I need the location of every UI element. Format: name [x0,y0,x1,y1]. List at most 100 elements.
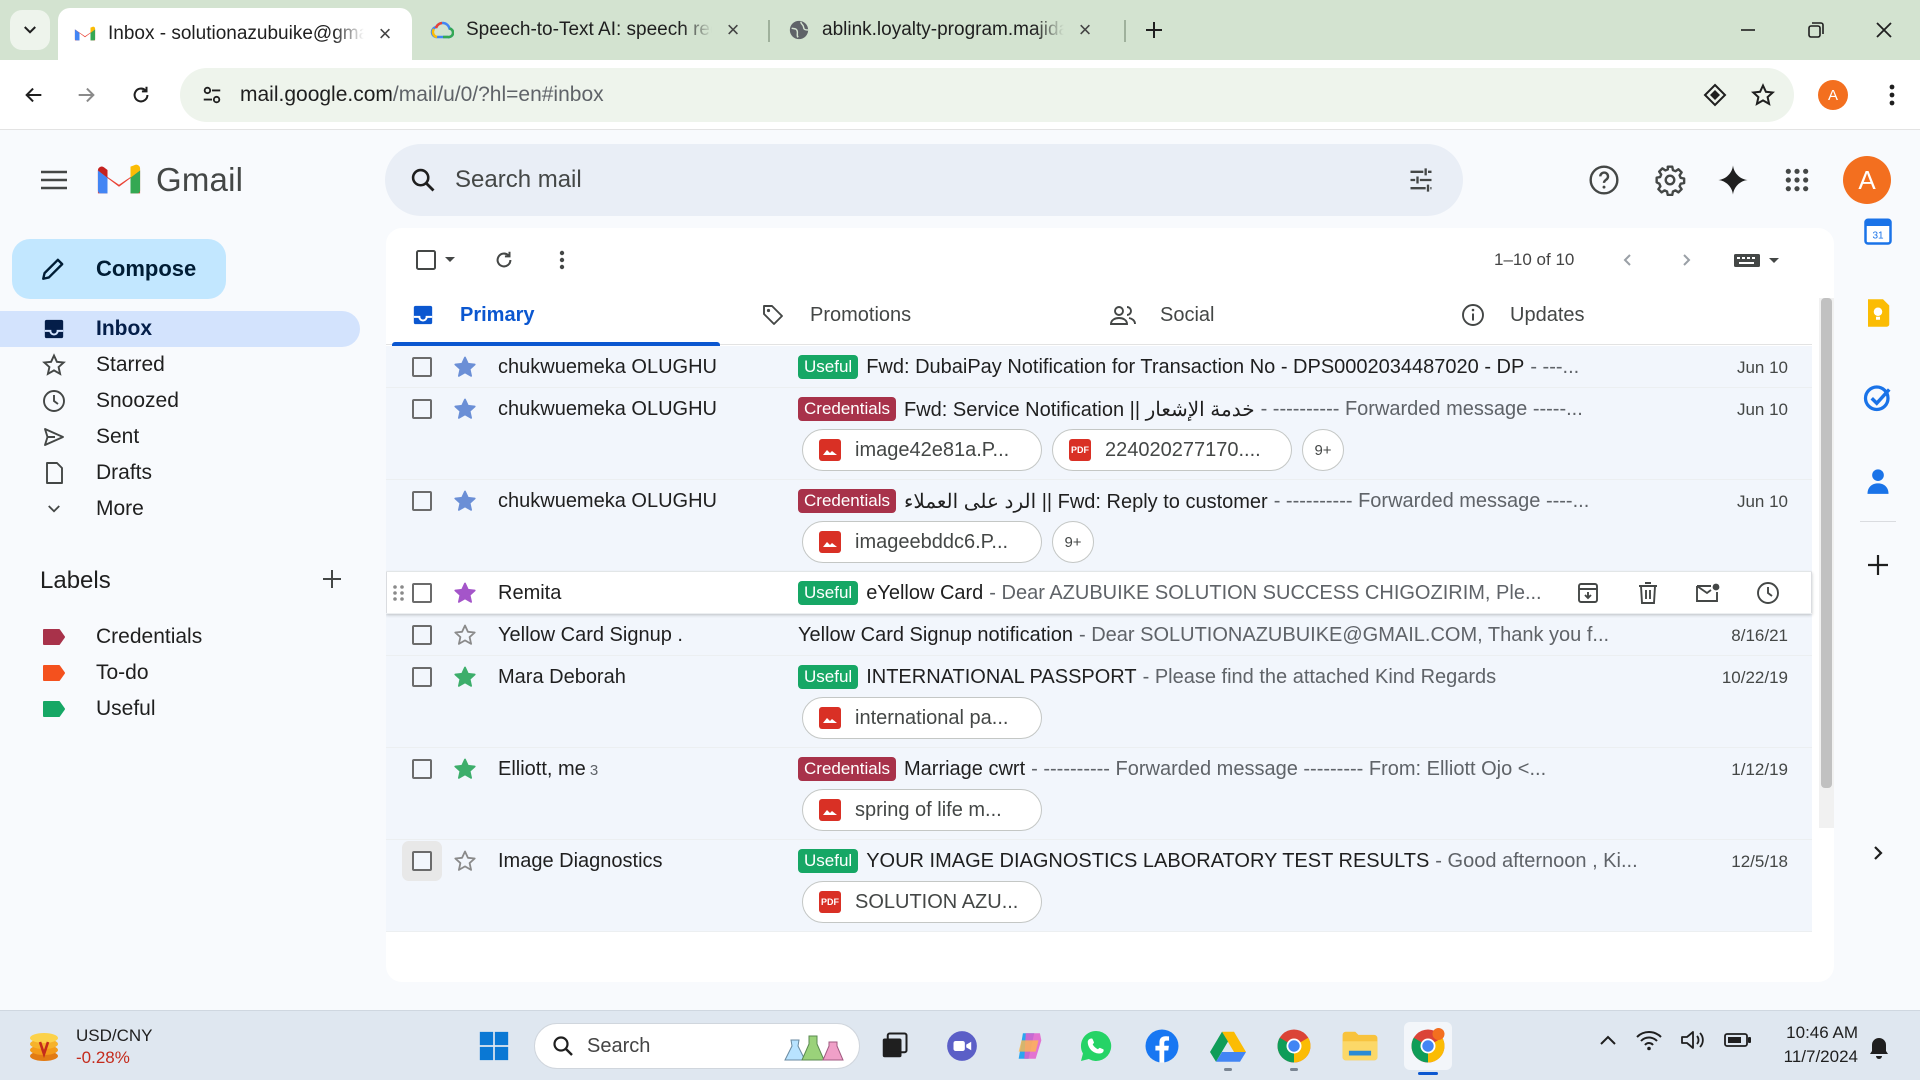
sidebar-item-more[interactable]: More [0,491,360,527]
row-checkbox[interactable] [412,583,432,603]
label-chip[interactable]: Credentials [798,757,896,781]
next-page-icon[interactable] [1668,242,1704,278]
forward-button[interactable] [66,75,106,115]
chrome-taskbar-icon[interactable] [1404,1022,1452,1075]
new-tab-button[interactable] [1138,14,1170,46]
star-icon[interactable] [453,623,477,647]
minimize-button[interactable] [1722,10,1774,50]
chrome-menu-button[interactable] [1872,75,1912,115]
apps-grid-icon[interactable] [1772,155,1822,205]
sidebar-item-sent[interactable]: Sent [0,419,360,455]
email-row-main[interactable]: chukwuemeka OLUGHU Credentials الرد على ال… [386,480,1812,521]
get-addons-icon[interactable] [1858,545,1898,585]
more-vertical-icon[interactable] [544,242,580,278]
sidebar-item-inbox[interactable]: Inbox [0,311,360,347]
close-window-button[interactable] [1858,10,1910,50]
whatsapp-icon[interactable] [1076,1026,1116,1066]
mail-list-scrollbar[interactable] [1819,298,1834,828]
email-row[interactable]: Image Diagnostics Useful YOUR IMAGE DIAGNO… [386,840,1812,932]
star-icon[interactable] [453,489,477,513]
add-label-button[interactable] [316,563,348,595]
archive-icon[interactable] [1568,578,1608,608]
settings-gear-icon[interactable] [1645,155,1695,205]
label-chip[interactable]: Credentials [798,489,896,513]
close-icon[interactable]: × [722,17,744,42]
task-view-icon[interactable] [874,1026,914,1066]
tab-ablink[interactable]: ablink.loyalty-program.majidalfuttaim.co… [772,8,1112,52]
row-checkbox[interactable] [412,625,432,645]
back-button[interactable] [14,75,54,115]
email-row[interactable]: Mara Deborah Useful INTERNATIONAL PASSPORT… [386,656,1812,748]
taskbar-clock[interactable]: 10:46 AM 11/7/2024 [1770,1021,1858,1069]
sidebar-item-starred[interactable]: Starred [0,347,360,383]
email-row[interactable]: chukwuemeka OLUGHU Credentials الرد على ال… [386,480,1812,572]
teams-meet-icon[interactable] [942,1026,982,1066]
restore-button[interactable] [1790,10,1842,50]
sidebar-item-drafts[interactable]: Drafts [0,455,360,491]
tab-primary[interactable]: Primary [386,285,720,346]
row-checkbox[interactable] [412,851,432,871]
email-row-main[interactable]: Yellow Card Signup . Yellow Card Signup n… [386,614,1812,655]
email-row[interactable]: Remita Useful eYellow Card - Dear AZUBUIKE … [386,572,1812,614]
prev-page-icon[interactable] [1610,242,1646,278]
label-credentials[interactable]: Credentials [0,619,360,655]
compose-button[interactable]: Compose [12,239,226,299]
label-chip[interactable]: Useful [798,581,859,605]
star-icon[interactable] [453,665,477,689]
row-checkbox[interactable] [412,491,432,511]
drag-handle-icon[interactable] [392,584,406,602]
email-row-main[interactable]: Remita Useful eYellow Card - Dear AZUBUIKE … [386,572,1812,613]
search-input[interactable] [455,166,1355,194]
chevron-up-icon[interactable] [1598,1033,1618,1047]
star-icon[interactable] [453,355,477,379]
row-checkbox[interactable] [412,357,432,377]
help-icon[interactable] [1579,155,1629,205]
facebook-icon[interactable] [1142,1026,1182,1066]
email-row[interactable]: chukwuemeka OLUGHU Credentials Fwd: Servic… [386,388,1812,480]
more-attachments-badge[interactable]: 9+ [1052,521,1094,563]
row-checkbox[interactable] [412,399,432,419]
volume-icon[interactable] [1680,1029,1706,1051]
star-icon[interactable] [453,849,477,873]
address-bar[interactable]: mail.google.com/mail/u/0/?hl=en#inbox [180,68,1794,122]
lens-icon[interactable] [1695,75,1735,115]
snooze-clock-icon[interactable] [1748,578,1788,608]
star-icon[interactable] [453,581,477,605]
label-chip[interactable]: Useful [798,849,859,873]
tab-search-button[interactable] [10,10,50,50]
mark-unread-icon[interactable] [1688,578,1728,608]
search-icon[interactable] [401,158,445,202]
copilot-icon[interactable] [1010,1026,1050,1066]
gmail-logo[interactable]: Gmail [96,161,243,199]
tasks-icon[interactable] [1858,377,1898,417]
row-checkbox[interactable] [412,667,432,687]
reload-button[interactable] [121,75,161,115]
widgets-ticker[interactable]: USD/CNY -0.28% [26,1025,153,1069]
search-bar[interactable] [385,144,1463,216]
star-icon[interactable] [453,397,477,421]
account-avatar[interactable]: A [1843,156,1891,204]
site-info-icon[interactable] [190,73,234,117]
close-icon[interactable]: × [374,21,396,46]
attachment-chip[interactable]: imageebddc6.P... [802,521,1042,563]
tab-social[interactable]: Social [1086,285,1420,345]
email-row[interactable]: Elliott, me 3 Credentials Marriage cwrt - --… [386,748,1812,840]
chrome-profile-avatar[interactable]: A [1818,80,1848,110]
bookmark-star-icon[interactable] [1743,75,1783,115]
attachment-chip[interactable]: spring of life m... [802,789,1042,831]
tab-speech-to-text[interactable]: Speech-to-Text AI: speech recognition × [414,8,760,52]
battery-icon[interactable] [1724,1032,1752,1048]
email-row-main[interactable]: chukwuemeka OLUGHU Credentials Fwd: Servic… [386,388,1812,429]
more-attachments-badge[interactable]: 9+ [1302,429,1344,471]
gemini-sparkle-icon[interactable] [1708,155,1758,205]
chrome-profile-2-icon[interactable] [1274,1026,1314,1071]
select-menu-chevron-icon[interactable] [438,242,462,278]
label-useful[interactable]: Useful [0,691,360,727]
tab-gmail[interactable]: Inbox - solutionazubuike@gmail.com - Gma… [58,8,412,60]
label-chip[interactable]: Useful [798,355,859,379]
contacts-icon[interactable] [1858,461,1898,501]
calendar-icon[interactable]: 31 [1858,211,1898,251]
email-row-main[interactable]: Elliott, me 3 Credentials Marriage cwrt - --… [386,748,1812,789]
keep-icon[interactable] [1858,293,1898,333]
close-icon[interactable]: × [1074,17,1096,42]
